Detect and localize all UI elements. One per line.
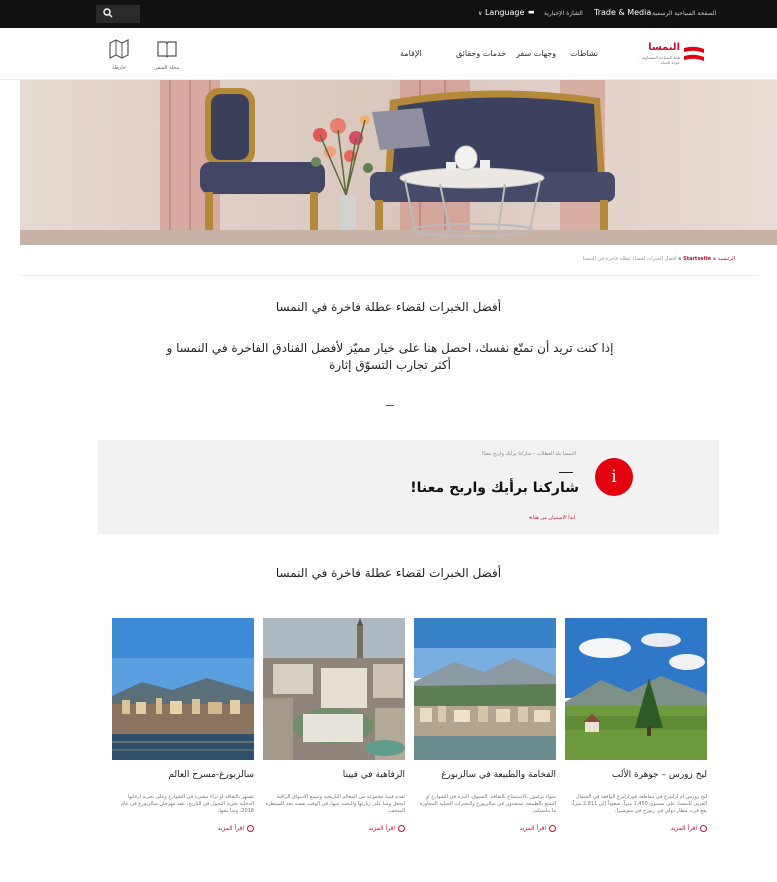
arrow-circle-icon [549,825,556,832]
card-title[interactable]: الرفاهية في فيينا [263,770,405,780]
card-image-salzburg-nature[interactable] [414,618,556,760]
experience-card[interactable]: سالزبورغ-مسرح العالم تشتهر بالثقافة أو ت… [112,618,254,832]
experience-card[interactable]: ليخ زورس – جوهرة الألب ليخ زورس أم أرلبي… [565,618,707,832]
survey-headline: شاركنا برأيك واربح معنا! [410,480,579,496]
divider [20,275,757,276]
book-label: مجلة السفر [154,65,180,71]
breadcrumb: الرئيسية ▪ Startseite ▪ أفضل الخبرات لقض… [583,256,735,262]
austria-flag-icon [684,46,704,61]
card-image-vienna[interactable] [263,618,405,760]
experience-card[interactable]: الرفاهية في فيينا تقدم فيينا مجموعة من ا… [263,618,405,832]
card-image-lech-zurs[interactable] [565,618,707,760]
topbar-link-trade-media[interactable]: Trade & Media [594,8,651,17]
card-title[interactable]: ليخ زورس – جوهرة الألب [565,770,707,780]
arrow-circle-icon [398,825,405,832]
dash-divider [559,472,573,473]
search-icon[interactable] [103,8,113,18]
language-selector[interactable]: ∨ Language [478,8,524,17]
breadcrumb-separator: ▪ [711,256,717,262]
hero-illustration [20,80,777,245]
nav-activities[interactable]: نشاطات [570,49,598,58]
survey-small-text: النمسا بلد العطلات - شاركنا برأيك واربح … [481,451,576,457]
dash-divider [386,405,394,406]
card-description: تشتهر بالثقافة أو تزاء مشيء في الشوارع و… [121,794,254,814]
read-more-link[interactable]: اقرأ المزيد [112,825,254,832]
experience-card[interactable]: الفخامة والطبيعة في سالزبورغ سواء ترغبون… [414,618,556,832]
main-header: خارطة مجلة السفر الإقامة خدمات وحقائق وج… [0,28,777,80]
survey-panel: i النمسا بلد العطلات - شاركنا برأيك وارب… [98,440,719,534]
topbar-link-news[interactable]: الشارة الإخبارية [544,10,583,17]
card-description: ليخ زورس أم أرلبيرغ في مقاطعة فورارلبرغ … [571,794,707,814]
breadcrumb-home[interactable]: الرئيسية [718,256,735,262]
hero-image [20,80,777,245]
page-title: أفضل الخبرات لقضاء عطلة فاخرة في النمسا [275,300,502,314]
read-more-link[interactable]: اقرأ المزيد [565,825,707,832]
breadcrumb-startseite[interactable]: Startseite [683,256,711,262]
card-description: سواء ترغبون بالاستمتاع بالثقافة، التسوق،… [419,794,556,814]
map-label: خارطة [112,65,126,71]
info-icon: i [595,458,633,496]
logo-subtitle: هيئة السياحة النمساوية - جودة الحياة [639,55,680,65]
read-more-link[interactable]: اقرأ المزيد [414,825,556,832]
card-image-salzburg-night[interactable] [112,618,254,760]
arrow-icon: ◂ [529,515,532,521]
logo[interactable]: النمسا هيئة السياحة النمساوية - جودة الح… [624,42,704,68]
globe-icon[interactable]: ▬ [528,8,535,16]
map-icon[interactable] [108,38,130,60]
logo-text: النمسا [648,42,680,53]
nav-services[interactable]: خدمات وحقائق [456,49,506,58]
card-title[interactable]: سالزبورغ-مسرح العالم [112,770,254,780]
topbar-link-official[interactable]: الصفحة السياحية الرسمية [652,10,716,17]
nav-destinations[interactable]: وجهات سفر [516,49,556,58]
breadcrumb-separator: ▪ [676,256,682,262]
card-description: تقدم فيينا مجموعة من المعالم التاريخية و… [265,794,405,814]
top-bar: ∨ Language ▬ الشارة الإخبارية Trade & Me… [0,0,777,28]
section-title: أفضل الخبرات لقضاء عطلة فاخرة في النمسا [275,566,502,580]
nav-accommodation[interactable]: الإقامة [400,49,422,58]
chevron-down-icon: ∨ [478,10,483,17]
survey-link[interactable]: ابدأ الاستبيان من هنا ◂ [529,515,575,521]
card-title[interactable]: الفخامة والطبيعة في سالزبورغ [414,770,556,780]
book-icon[interactable] [156,38,178,60]
read-more-link[interactable]: اقرأ المزيد [263,825,405,832]
intro-text: إذا كنت تريد أن تمتّع نفسك، احصل هنا على… [166,341,614,372]
arrow-circle-icon [247,825,254,832]
arrow-circle-icon [700,825,707,832]
breadcrumb-current: أفضل الخبرات لقضاء عطلة فاخرة في النمسا [582,256,677,262]
